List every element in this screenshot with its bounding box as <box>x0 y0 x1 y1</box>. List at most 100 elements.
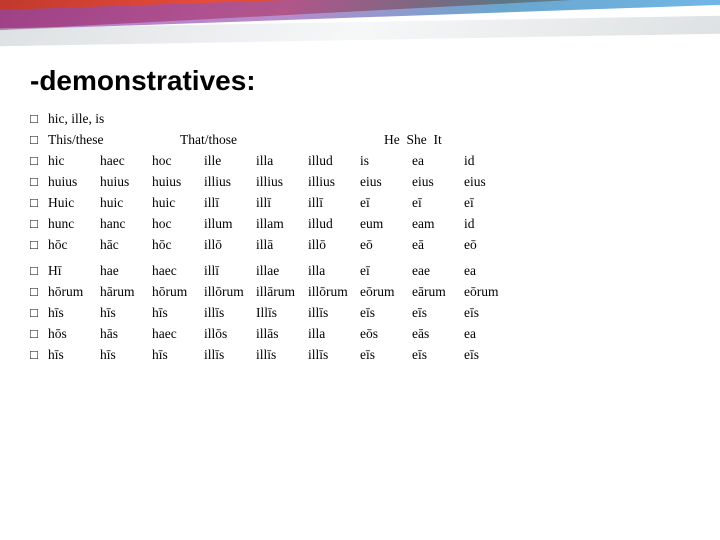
cell: illīs <box>308 345 360 366</box>
cell: hōc <box>152 235 204 256</box>
cell: id <box>464 214 516 235</box>
table-row: □Huichuichuicillīillīillīeīeīeī <box>30 193 710 214</box>
cell: That/those <box>180 130 260 151</box>
cell: illī <box>256 193 308 214</box>
cell: eius <box>412 172 464 193</box>
cell: hic, ille, is <box>48 109 104 130</box>
cell: ea <box>464 261 516 282</box>
cell: illīs <box>256 345 308 366</box>
table-row: □hichaechocilleillailludiseaid <box>30 151 710 172</box>
cell: eīs <box>464 345 516 366</box>
table-row: □hōchāchōcillōillāillōeōeāeō <box>30 235 710 256</box>
cell: illā <box>256 235 308 256</box>
bullet: □ <box>30 235 48 255</box>
table-row: □ This/these That/those He She It <box>30 130 710 151</box>
cell: haec <box>152 261 204 282</box>
cell: eīs <box>360 345 412 366</box>
cell: illī <box>204 193 256 214</box>
cell: illa <box>308 261 360 282</box>
cell: eōrum <box>464 282 516 303</box>
cell: illī <box>308 193 360 214</box>
bullet: □ <box>30 261 48 281</box>
table-row: □hīshīshīsillīsIllīsillīseīseīseīs <box>30 303 710 324</box>
bullet: □ <box>30 151 48 171</box>
cell: eum <box>360 214 412 235</box>
bullet: □ <box>30 109 48 129</box>
cell: huius <box>48 172 100 193</box>
cell: eōs <box>360 324 412 345</box>
bullet: □ <box>30 130 48 150</box>
cell: illīs <box>204 303 256 324</box>
bullet: □ <box>30 345 48 365</box>
cell: hās <box>100 324 152 345</box>
cell: huic <box>152 193 204 214</box>
page-title: -demonstratives: <box>30 65 710 97</box>
cell: eī <box>412 193 464 214</box>
cell: hanc <box>100 214 152 235</box>
cell: illō <box>204 235 256 256</box>
cell: haec <box>152 324 204 345</box>
table-row: □Hīhaehaecillīillaeillaeīeaeea <box>30 261 710 282</box>
cell: hīs <box>48 345 100 366</box>
cell: hae <box>100 261 152 282</box>
cell: ea <box>464 324 516 345</box>
table-row: □hunchanchocillumillamilludeumeamid <box>30 214 710 235</box>
cell: hunc <box>48 214 100 235</box>
cell: illōrum <box>308 282 360 303</box>
bullet: □ <box>30 172 48 192</box>
cell: eius <box>360 172 412 193</box>
cell: ea <box>412 151 464 172</box>
bullet: □ <box>30 214 48 234</box>
cell: hoc <box>152 151 204 172</box>
cell: haec <box>100 151 152 172</box>
cell: huius <box>152 172 204 193</box>
cell: eīs <box>464 303 516 324</box>
cell: id <box>464 151 516 172</box>
declension-table: □hic, ille, is □ This/these That/those H… <box>30 109 710 366</box>
cell: hīs <box>152 303 204 324</box>
cell: hāc <box>100 235 152 256</box>
cell: illae <box>256 261 308 282</box>
cell: illum <box>204 214 256 235</box>
cell: Huic <box>48 193 100 214</box>
cell: huius <box>100 172 152 193</box>
cell: Hī <box>48 261 100 282</box>
cell: illa <box>308 324 360 345</box>
cell: hārum <box>100 282 152 303</box>
cell: illīs <box>308 303 360 324</box>
cell: hōc <box>48 235 100 256</box>
cell: hōrum <box>48 282 100 303</box>
cell: eārum <box>412 282 464 303</box>
cell: illī <box>204 261 256 282</box>
table-row: □hōshāshaecillōsillāsillaeōseāsea <box>30 324 710 345</box>
cell: illō <box>308 235 360 256</box>
cell: eā <box>412 235 464 256</box>
cell: He She It <box>384 130 464 151</box>
cell: hīs <box>152 345 204 366</box>
banner <box>0 0 720 60</box>
bullet: □ <box>30 324 48 344</box>
cell: Illīs <box>256 303 308 324</box>
cell: eō <box>360 235 412 256</box>
cell: hic <box>48 151 100 172</box>
cell: illius <box>256 172 308 193</box>
table-row: □hōrumhārumhōrumillōrumillārumillōrumeōr… <box>30 282 710 303</box>
cell: illius <box>204 172 256 193</box>
cell: illius <box>308 172 360 193</box>
cell: eī <box>360 193 412 214</box>
cell: huic <box>100 193 152 214</box>
cell: eās <box>412 324 464 345</box>
cell: hīs <box>48 303 100 324</box>
cell: illārum <box>256 282 308 303</box>
table-row: □hīshīshīsillīsillīsillīseīseīseīs <box>30 345 710 366</box>
table-row: □hic, ille, is <box>30 109 710 130</box>
cell: illōs <box>204 324 256 345</box>
cell: This/these <box>48 130 128 151</box>
cell: eī <box>360 261 412 282</box>
cell: hoc <box>152 214 204 235</box>
cell: ille <box>204 151 256 172</box>
cell: is <box>360 151 412 172</box>
bullet: □ <box>30 303 48 323</box>
cell: eīs <box>412 303 464 324</box>
cell: illam <box>256 214 308 235</box>
